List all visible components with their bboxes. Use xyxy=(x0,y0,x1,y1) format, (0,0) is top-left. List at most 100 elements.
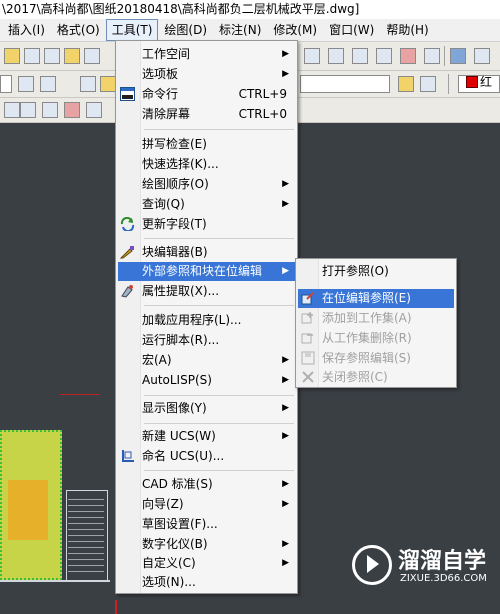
menu-item-autolisp[interactable]: AutoLISP(S) ▶ xyxy=(118,371,295,390)
save-reference-icon xyxy=(301,351,315,365)
xref-bind-icon[interactable] xyxy=(86,102,102,118)
design-center-icon[interactable] xyxy=(400,48,416,64)
submenu-arrow-icon: ▶ xyxy=(282,499,289,509)
submenu-arrow-icon: ▶ xyxy=(282,479,289,489)
menu-item-attribute-extract[interactable]: 属性提取(X)... xyxy=(118,282,295,301)
menu-item-customize[interactable]: 自定义(C) ▶ xyxy=(118,554,295,573)
menu-item-label: 向导(Z) xyxy=(142,497,184,511)
menu-separator xyxy=(144,470,294,471)
menu-item-label: 更新字段(T) xyxy=(142,217,207,231)
menu-item-label: 显示图像(Y) xyxy=(142,401,207,415)
menu-item-inquiry[interactable]: 查询(Q) ▶ xyxy=(118,195,295,214)
menu-item-workspace[interactable]: 工作空间 ▶ xyxy=(118,45,295,64)
menu-format[interactable]: 格式(O) xyxy=(51,20,106,40)
submenu-item-edit-reference[interactable]: 在位编辑参照(E) xyxy=(298,289,454,308)
print-icon[interactable] xyxy=(44,48,60,64)
submenu-item-label: 打开参照(O) xyxy=(322,264,389,278)
bring-front-icon[interactable] xyxy=(4,102,20,118)
submenu-item-label: 保存参照编辑(S) xyxy=(322,351,411,365)
xref-attach-icon[interactable] xyxy=(20,102,36,118)
layer-combo-edge[interactable] xyxy=(0,75,12,93)
help-icon[interactable] xyxy=(450,48,466,64)
match-properties-icon[interactable] xyxy=(304,48,320,64)
menu-item-label: 选项(N)... xyxy=(142,575,196,589)
submenu-item-open-reference[interactable]: 打开参照(O) xyxy=(298,262,454,281)
linetype-icon[interactable] xyxy=(398,76,414,92)
menu-item-tablet[interactable]: 数字化仪(B) ▶ xyxy=(118,535,295,554)
menu-item-load-application[interactable]: 加载应用程序(L)... xyxy=(118,311,295,330)
play-triangle-icon xyxy=(367,555,379,573)
pencil-icon[interactable] xyxy=(64,48,80,64)
menu-separator xyxy=(144,305,294,306)
menu-item-label: 命名 UCS(U)... xyxy=(142,449,225,463)
menu-modify[interactable]: 修改(M) xyxy=(267,20,323,40)
xref-remove-icon[interactable] xyxy=(64,102,80,118)
cut-icon[interactable] xyxy=(84,48,100,64)
xref-clip-icon[interactable] xyxy=(42,102,58,118)
menu-item-draw-order[interactable]: 绘图顺序(O) ▶ xyxy=(118,175,295,194)
color-combo[interactable] xyxy=(458,75,500,93)
menu-item-xref-inplace-edit[interactable]: 外部参照和块在位编辑 ▶ xyxy=(118,262,295,281)
menu-item-label: 拼写检查(E) xyxy=(142,137,207,151)
submenu-item-label: 在位编辑参照(E) xyxy=(322,291,411,305)
menu-window[interactable]: 窗口(W) xyxy=(323,20,380,40)
menu-tools[interactable]: 工具(T) xyxy=(105,19,159,41)
lineweight-icon[interactable] xyxy=(420,76,436,92)
calculator-icon[interactable] xyxy=(424,48,440,64)
open-icon[interactable] xyxy=(4,48,20,64)
submenu-arrow-icon: ▶ xyxy=(282,431,289,441)
menu-dimension[interactable]: 标注(N) xyxy=(213,20,267,40)
table-icon[interactable] xyxy=(328,48,344,64)
menu-item-palettes[interactable]: 选项板 ▶ xyxy=(118,65,295,84)
submenu-arrow-icon: ▶ xyxy=(282,375,289,385)
submenu-item-close-reference: 关闭参照(C) xyxy=(298,368,454,387)
menu-item-display-image[interactable]: 显示图像(Y) ▶ xyxy=(118,399,295,418)
add-workset-icon xyxy=(301,312,313,324)
submenu-arrow-icon: ▶ xyxy=(282,355,289,365)
command-line-icon xyxy=(120,87,135,101)
toolbar-separator xyxy=(444,46,445,66)
menu-item-cad-standards[interactable]: CAD 标准(S) ▶ xyxy=(118,475,295,494)
watermark-logo: 溜溜自学 ZIXUE.3D66.COM xyxy=(352,543,494,595)
watermark-brand: 溜溜自学 xyxy=(398,549,487,574)
menu-item-label: 绘图顺序(O) xyxy=(142,177,209,191)
style-combo[interactable] xyxy=(300,75,390,93)
layer-state-icon[interactable] xyxy=(18,76,34,92)
menu-draw[interactable]: 绘图(D) xyxy=(158,20,213,40)
menu-item-label: 快速选择(K)... xyxy=(142,157,219,171)
menu-item-clean-screen[interactable]: 清除屏幕 CTRL+0 xyxy=(118,105,295,124)
menu-item-label: 属性提取(X)... xyxy=(142,284,220,298)
xref-submenu: 打开参照(O) 在位编辑参照(E) 添加到工作集(A) 从工作集删除(R) 保存… xyxy=(295,258,457,388)
layers-icon[interactable] xyxy=(352,48,368,64)
menu-item-macro[interactable]: 宏(A) ▶ xyxy=(118,351,295,370)
submenu-arrow-icon: ▶ xyxy=(282,403,289,413)
menu-item-quick-select[interactable]: 快速选择(K)... xyxy=(118,155,295,174)
menu-insert[interactable]: 插入(I) xyxy=(2,20,51,40)
menu-item-run-script[interactable]: 运行脚本(R)... xyxy=(118,331,295,350)
menu-item-block-editor[interactable]: 块编辑器(B) xyxy=(118,243,295,262)
menu-item-new-ucs[interactable]: 新建 UCS(W) ▶ xyxy=(118,427,295,446)
menu-item-update-fields[interactable]: 更新字段(T) xyxy=(118,215,295,234)
save-icon[interactable] xyxy=(24,48,40,64)
properties-icon[interactable] xyxy=(376,48,392,64)
attribute-extract-icon xyxy=(121,285,133,298)
submenu-item-add-to-workset: 添加到工作集(A) xyxy=(298,309,454,328)
named-ucs-icon xyxy=(122,450,134,462)
block-editor-icon xyxy=(120,246,134,259)
menu-item-drafting-settings[interactable]: 草图设置(F)... xyxy=(118,515,295,534)
layer-freeze-icon[interactable] xyxy=(100,76,116,92)
floor-plan-drawing xyxy=(0,430,110,600)
menu-item-named-ucs[interactable]: 命名 UCS(U)... xyxy=(118,447,295,466)
menu-help[interactable]: 帮助(H) xyxy=(380,20,434,40)
menu-item-label: CAD 标准(S) xyxy=(142,477,213,491)
layer-previous-icon[interactable] xyxy=(40,76,56,92)
menu-item-wizards[interactable]: 向导(Z) ▶ xyxy=(118,495,295,514)
plot-icon[interactable] xyxy=(474,48,490,64)
menu-item-command-line[interactable]: 命令行 CTRL+9 xyxy=(118,85,295,104)
title-rows xyxy=(68,494,104,574)
tools-dropdown-menu: 工作空间 ▶ 选项板 ▶ 命令行 CTRL+9 清除屏幕 CTRL+0 拼写检查… xyxy=(115,40,298,594)
menu-item-options[interactable]: 选项(N)... xyxy=(118,573,295,592)
layer-manager-icon[interactable] xyxy=(80,76,96,92)
menu-item-label: 新建 UCS(W) xyxy=(142,429,216,443)
menu-item-spelling[interactable]: 拼写检查(E) xyxy=(118,135,295,154)
